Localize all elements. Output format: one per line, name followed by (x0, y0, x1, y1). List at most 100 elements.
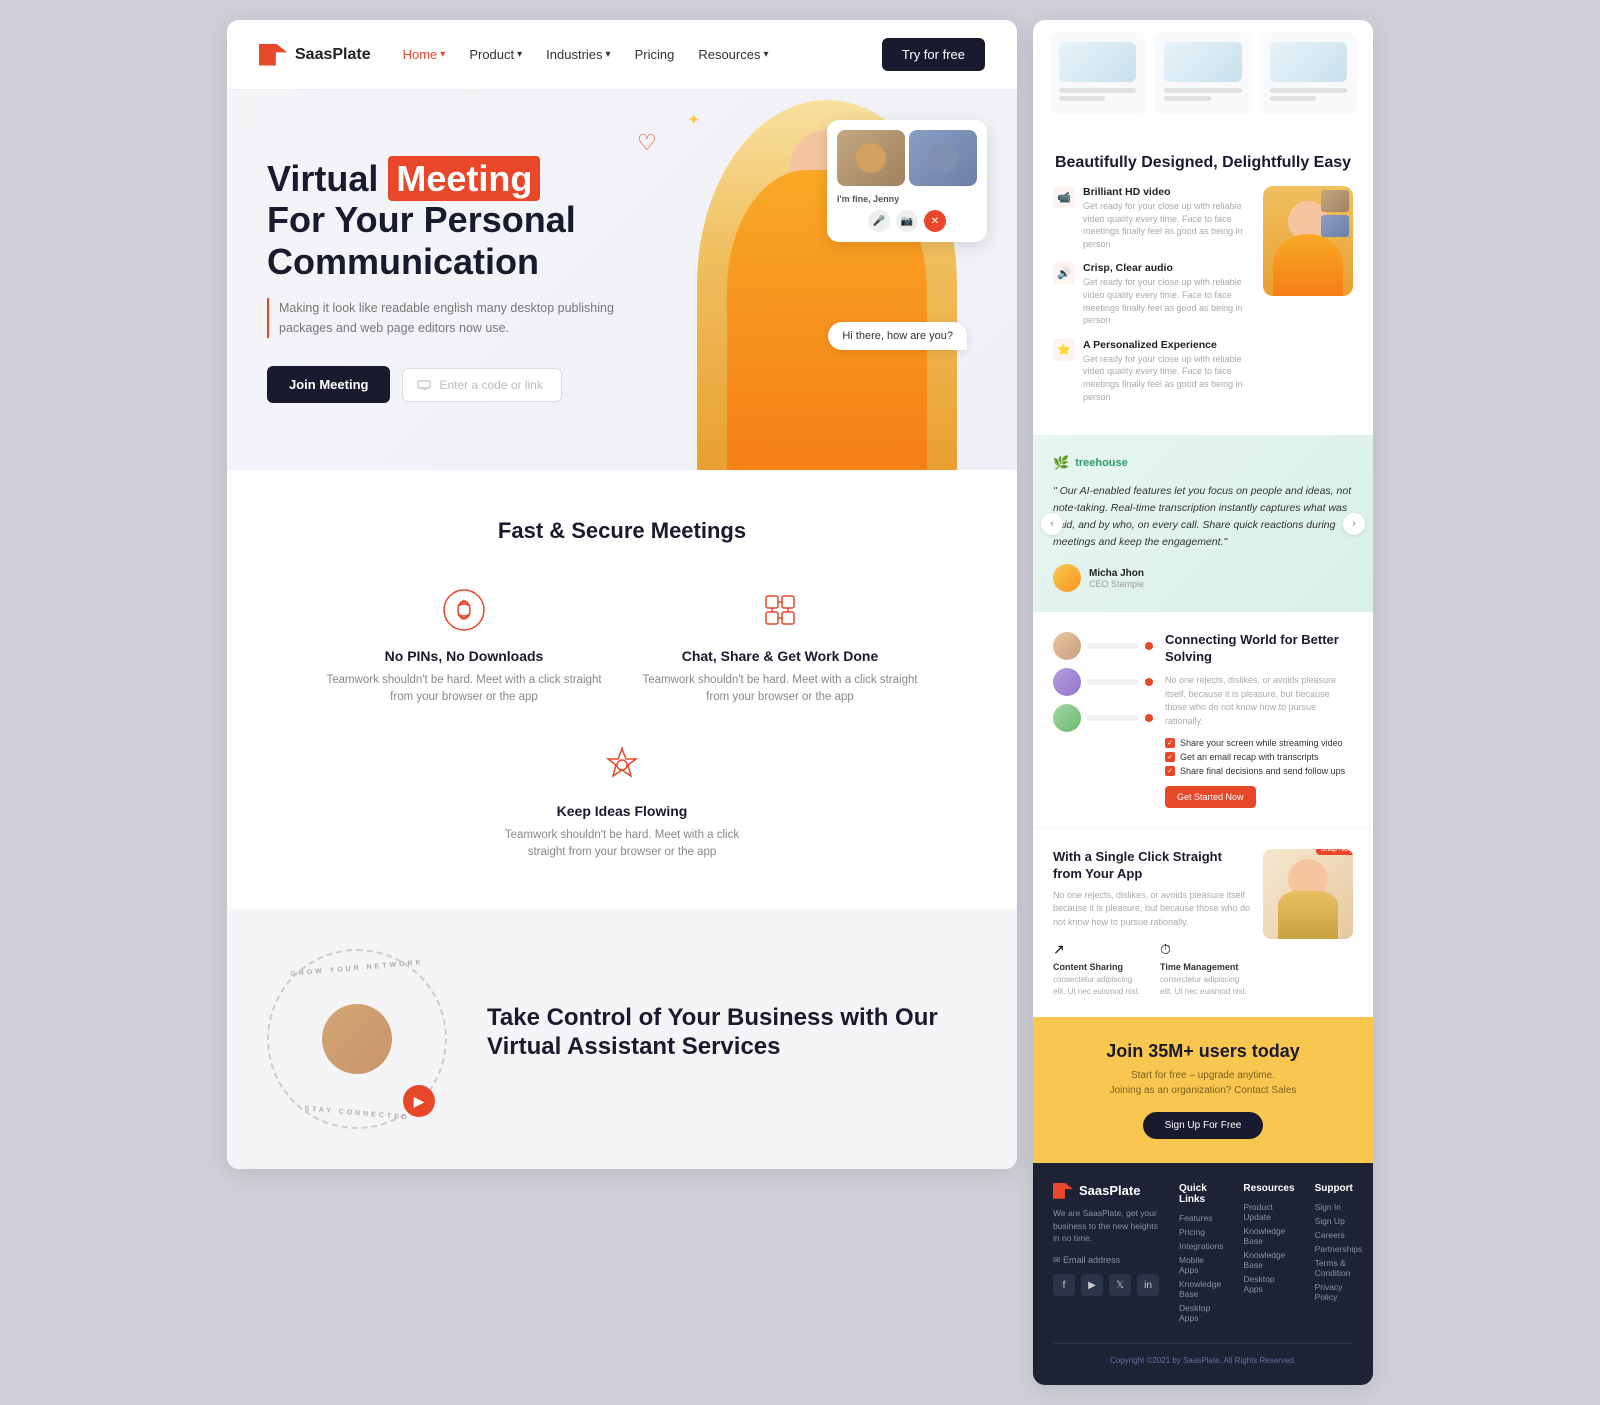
heart-icon: ♡ (637, 130, 657, 156)
footer-sup-privacy[interactable]: Privacy Policy (1315, 1282, 1363, 1302)
footer-res-desktop[interactable]: Desktop Apps (1243, 1274, 1294, 1294)
beautifully-feature-2: 🔊 Crisp, Clear audio Get ready for your … (1053, 262, 1251, 326)
beautifully-content: 📹 Brilliant HD video Get ready for your … (1053, 186, 1353, 415)
footer-link-desktop[interactable]: Desktop Apps (1179, 1303, 1223, 1323)
user-avatar-2 (1053, 668, 1081, 696)
author-role: CEO Stample (1089, 579, 1144, 589)
video-btn-1[interactable]: 🎤 (868, 210, 890, 232)
bft-text-2: Crisp, Clear audio Get ready for your cl… (1083, 262, 1251, 326)
footer-contact: ✉ Email address (1053, 1255, 1159, 1266)
card-image-1 (1059, 42, 1136, 82)
user-row-3 (1053, 704, 1153, 732)
user-avatar-1 (1053, 632, 1081, 660)
mini-vid-2 (1321, 215, 1349, 237)
footer-resources: Resources Product Update Knowledge Base … (1243, 1183, 1294, 1327)
content-sharing-icon: ↗ (1053, 941, 1144, 958)
youtube-icon[interactable]: ▶ (1081, 1274, 1103, 1296)
person-torso (1273, 234, 1343, 296)
footer-logo: SaasPlate (1053, 1183, 1159, 1199)
feature-name-3: Keep Ideas Flowing (492, 803, 752, 819)
personalized-icon: ⭐ (1053, 339, 1075, 361)
footer-res-updates[interactable]: Product Update (1243, 1202, 1294, 1222)
preview-card-1 (1049, 32, 1146, 114)
network-circle: ▶ GROW YOUR NETWORK STAY CONNECTED (267, 949, 447, 1129)
join-meeting-button[interactable]: Join Meeting (267, 366, 390, 403)
footer-sup-careers[interactable]: Careers (1315, 1230, 1363, 1240)
feature-desc-3: Teamwork shouldn't be hard. Meet with a … (492, 827, 752, 862)
feature-icon-2 (754, 584, 806, 636)
monitor-icon (417, 380, 431, 390)
card-line-3 (1164, 88, 1241, 93)
sc-feature-1: ↗ Content Sharing consectetur adipiscing… (1053, 941, 1144, 996)
code-input[interactable]: Enter a code or link (402, 368, 562, 402)
footer: SaasPlate We are SaasPlate, get your bus… (1033, 1163, 1373, 1385)
linkedin-icon[interactable]: in (1137, 1274, 1159, 1296)
connecting-visual (1053, 632, 1153, 808)
footer-top: SaasPlate We are SaasPlate, get your bus… (1053, 1183, 1353, 1327)
features-grid: No PINs, No Downloads Teamwork shouldn't… (322, 584, 922, 861)
treehouse-icon: 🌿 (1053, 455, 1069, 471)
network-person (322, 1004, 392, 1074)
footer-res-kb[interactable]: Knowledge Base (1243, 1226, 1294, 1246)
check-icon-2: ✓ (1165, 752, 1175, 762)
testimonial-prev-button[interactable]: ‹ (1041, 513, 1063, 535)
feature-icon-3 (596, 739, 648, 791)
footer-link-knowledge[interactable]: Knowledge Base (1179, 1279, 1223, 1299)
twitter-icon[interactable]: 𝕏 (1109, 1274, 1131, 1296)
footer-sup-signin[interactable]: Sign In (1315, 1202, 1363, 1212)
card-image-3 (1270, 42, 1347, 82)
footer-link-integrations[interactable]: Integrations (1179, 1241, 1223, 1251)
footer-res-kb2[interactable]: Knowledge Base (1243, 1250, 1294, 1270)
facebook-icon[interactable]: f (1053, 1274, 1075, 1296)
network-play-button[interactable]: ▶ (403, 1085, 435, 1117)
nav-home[interactable]: Home ▾ (403, 47, 446, 62)
beautifully-feature-3: ⭐ A Personalized Experience Get ready fo… (1053, 339, 1251, 403)
card-line-6 (1270, 96, 1316, 101)
feature-item-3: Keep Ideas Flowing Teamwork shouldn't be… (492, 739, 752, 862)
nav-product[interactable]: Product ▾ (469, 47, 522, 62)
bft-text-3: A Personalized Experience Get ready for … (1083, 339, 1251, 403)
video-grid-mini (1321, 190, 1349, 237)
nav-resources[interactable]: Resources ▾ (698, 47, 768, 62)
check-icon-3: ✓ (1165, 766, 1175, 776)
beautifully-person (1263, 186, 1353, 296)
singleclick-desc: No one rejects, dislikes, or avoids plea… (1053, 889, 1251, 930)
beautifully-title: Beautifully Designed, Delightfully Easy (1053, 154, 1353, 172)
nav-resources-arrow: ▾ (763, 49, 768, 60)
hd-video-icon: 📹 (1053, 186, 1075, 208)
nav-industries-arrow: ▾ (606, 49, 611, 60)
video-thumbnails (837, 130, 977, 186)
footer-link-features[interactable]: Features (1179, 1213, 1223, 1223)
nav-pricing[interactable]: Pricing (635, 47, 675, 62)
video-btn-2[interactable]: 📷 (896, 210, 918, 232)
video-controls: 🎤 📷 ✕ (837, 210, 977, 232)
user-row-1 (1053, 632, 1153, 660)
mini-vid-1 (1321, 190, 1349, 212)
sc-person-body (1278, 891, 1338, 939)
footer-sup-signup[interactable]: Sign Up (1315, 1216, 1363, 1226)
cta-section: Join 35M+ users today Start for free – u… (1033, 1017, 1373, 1163)
testimonial-next-button[interactable]: › (1343, 513, 1365, 535)
user-bar-1 (1087, 643, 1139, 649)
footer-quick-links: Quick Links Features Pricing Integration… (1179, 1183, 1223, 1327)
feature-desc-1: Teamwork shouldn't be hard. Meet with a … (322, 672, 606, 707)
feature-desc-2: Teamwork shouldn't be hard. Meet with a … (638, 672, 922, 707)
get-started-button[interactable]: Get Started Now (1165, 786, 1256, 808)
footer-sup-partners[interactable]: Partnerships (1315, 1244, 1363, 1254)
connecting-desc: No one rejects, dislikes, or avoids plea… (1165, 674, 1353, 728)
try-for-free-button[interactable]: Try for free (882, 38, 985, 71)
logo[interactable]: SaasPlate (259, 44, 371, 66)
user-dot-2 (1145, 678, 1153, 686)
video-btn-end[interactable]: ✕ (924, 210, 946, 232)
nav-industries[interactable]: Industries ▾ (546, 47, 610, 62)
footer-link-mobile[interactable]: Mobile Apps (1179, 1255, 1223, 1275)
hero-title: Virtual Meeting For Your Personal Commun… (267, 158, 647, 282)
features-section: Fast & Secure Meetings No PINs, No Downl… (227, 470, 1017, 909)
chat-message: I'm fine, Jenny (837, 194, 977, 204)
footer-link-pricing[interactable]: Pricing (1179, 1227, 1223, 1237)
signup-button[interactable]: Sign Up For Free (1143, 1112, 1264, 1139)
footer-sup-terms[interactable]: Terms & Condition (1315, 1258, 1363, 1278)
testimonial-text: " Our AI-enabled features let you focus … (1053, 483, 1353, 550)
connecting-title: Connecting World for Better Solving (1165, 632, 1353, 666)
footer-brand: SaasPlate We are SaasPlate, get your bus… (1053, 1183, 1159, 1327)
